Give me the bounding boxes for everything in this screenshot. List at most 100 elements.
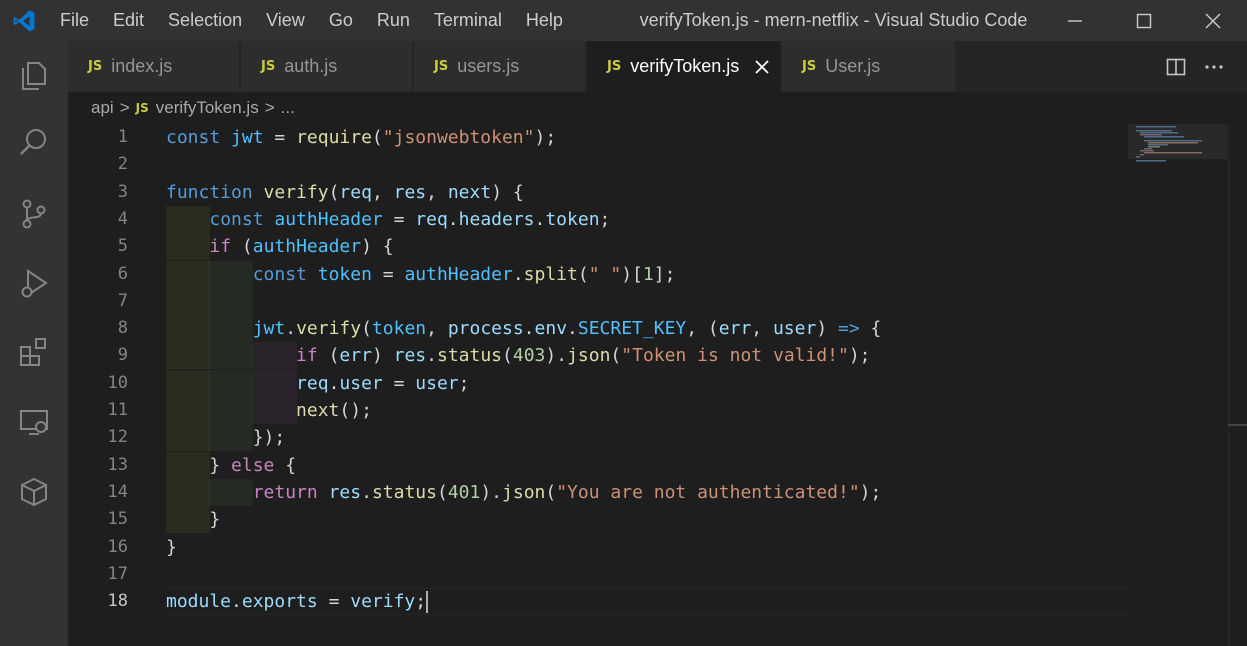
vertical-scrollbar[interactable] bbox=[1228, 124, 1247, 646]
code-token: 401 bbox=[447, 481, 481, 503]
code-token: SECRET_KEY bbox=[577, 318, 687, 340]
code-line[interactable]: function verify(req, res, next) { bbox=[166, 179, 524, 206]
menu-run[interactable]: Run bbox=[365, 0, 422, 41]
code-token: ). bbox=[480, 481, 503, 503]
tab-users-js[interactable]: JS users.js bbox=[414, 41, 586, 92]
code-line[interactable]: const authHeader = req.headers.token; bbox=[166, 206, 610, 233]
code-token: exports bbox=[241, 591, 318, 613]
code-token: ( bbox=[545, 481, 557, 503]
scrollbar-cursor-marker bbox=[1228, 424, 1247, 426]
code-token: req bbox=[339, 181, 372, 203]
breadcrumb-file[interactable]: verifyToken.js bbox=[156, 98, 259, 118]
code-token: "jsonwebtoken" bbox=[382, 127, 535, 148]
js-file-icon: JS bbox=[607, 59, 622, 74]
minimize-icon bbox=[1067, 19, 1082, 22]
code-line[interactable]: if (err) res.status(403).json("Token is … bbox=[166, 342, 870, 369]
split-editor-icon bbox=[1166, 58, 1186, 75]
menu-bar: File Edit Selection View Go Run Terminal… bbox=[48, 0, 575, 41]
code-line[interactable]: return res.status(401).json("You are not… bbox=[166, 479, 882, 506]
code-line[interactable]: next(); bbox=[166, 397, 372, 424]
menu-edit[interactable]: Edit bbox=[101, 0, 156, 41]
line-number: 13 bbox=[107, 454, 128, 475]
code-token: ( bbox=[577, 263, 589, 285]
menu-help[interactable]: Help bbox=[514, 0, 575, 41]
tab-index-js[interactable]: JS index.js bbox=[68, 41, 240, 92]
code-token: } bbox=[166, 454, 232, 476]
code-token: = bbox=[371, 263, 405, 285]
close-window-button[interactable] bbox=[1178, 0, 1247, 41]
tab-close-button[interactable] bbox=[753, 58, 771, 76]
menu-selection[interactable]: Selection bbox=[156, 0, 254, 41]
more-icon bbox=[1205, 64, 1223, 69]
code-token: if bbox=[209, 236, 232, 258]
code-token: ( bbox=[317, 345, 340, 367]
minimap[interactable] bbox=[1128, 124, 1228, 646]
code-token: token bbox=[545, 208, 600, 230]
line-number: 9 bbox=[117, 345, 128, 366]
menu-file[interactable]: File bbox=[48, 0, 101, 41]
editor-tab-bar: JS index.js JS auth.js JS users.js JS ve… bbox=[68, 41, 1247, 92]
breadcrumb-folder[interactable]: api bbox=[91, 98, 114, 118]
code-line[interactable]: const jwt = require("jsonwebtoken"); bbox=[166, 124, 556, 151]
explorer-icon[interactable] bbox=[0, 47, 68, 105]
code-token: 1 bbox=[642, 263, 654, 285]
source-control-icon[interactable] bbox=[0, 185, 68, 243]
tab-label: User.js bbox=[825, 56, 881, 76]
code-token: authHeader bbox=[404, 263, 513, 285]
docker-icon[interactable] bbox=[0, 463, 68, 521]
code-area[interactable]: const jwt = require("jsonwebtoken"); func… bbox=[166, 124, 1228, 646]
remote-explorer-icon[interactable] bbox=[0, 393, 68, 451]
js-file-icon: JS bbox=[261, 59, 276, 74]
tab-verifytoken-js[interactable]: JS verifyToken.js bbox=[587, 41, 781, 92]
code-token: , ( bbox=[686, 318, 719, 340]
tab-auth-js[interactable]: JS auth.js bbox=[241, 41, 413, 92]
title-bar: File Edit Selection View Go Run Terminal… bbox=[0, 0, 1247, 41]
code-line[interactable]: } bbox=[166, 534, 177, 561]
line-number: 4 bbox=[117, 208, 128, 229]
menu-view[interactable]: View bbox=[254, 0, 317, 41]
code-line[interactable]: }); bbox=[166, 424, 286, 451]
search-icon[interactable] bbox=[0, 113, 68, 171]
indent-guide bbox=[209, 287, 254, 315]
code-line[interactable]: } else { bbox=[166, 452, 296, 479]
code-token: (); bbox=[339, 400, 372, 421]
code-token: ; bbox=[458, 372, 470, 394]
js-file-icon: JS bbox=[434, 59, 449, 74]
vscode-logo-icon[interactable] bbox=[0, 0, 48, 41]
code-token: " " bbox=[588, 263, 622, 285]
code-token: = bbox=[382, 208, 416, 230]
code-token: verify bbox=[263, 181, 329, 203]
tab-user-js[interactable]: JS User.js bbox=[782, 41, 956, 92]
minimap-slider[interactable] bbox=[1128, 124, 1227, 159]
menu-go[interactable]: Go bbox=[317, 0, 365, 41]
menu-terminal[interactable]: Terminal bbox=[422, 0, 514, 41]
code-editor[interactable]: 1 2 3 4 5 6 7 8 9 10 11 12 13 14 15 16 17 18 const jwt = … bbox=[68, 124, 1228, 646]
code-line[interactable]: req.user = user; bbox=[166, 370, 469, 397]
code-token: verify bbox=[296, 318, 362, 340]
code-token: require bbox=[296, 127, 372, 148]
breadcrumb-separator: > bbox=[264, 98, 275, 117]
run-debug-icon[interactable] bbox=[0, 255, 68, 313]
code-token: err bbox=[718, 318, 752, 340]
code-token: const bbox=[166, 127, 221, 148]
minimize-button[interactable] bbox=[1040, 0, 1109, 41]
code-line[interactable]: module.exports = verify; bbox=[166, 588, 429, 615]
code-token: ); bbox=[534, 127, 557, 148]
line-number: 16 bbox=[107, 536, 128, 557]
extensions-icon[interactable] bbox=[0, 323, 68, 381]
code-token: ) bbox=[371, 345, 394, 367]
split-editor-button[interactable] bbox=[1157, 47, 1195, 87]
code-line[interactable]: } bbox=[166, 506, 220, 533]
code-line[interactable]: const token = authHeader.split(" ")[1]; bbox=[166, 261, 676, 288]
more-actions-button[interactable] bbox=[1195, 47, 1233, 87]
line-number: 14 bbox=[107, 481, 128, 502]
line-number-gutter: 1 2 3 4 5 6 7 8 9 10 11 12 13 14 15 16 17 18 bbox=[68, 124, 166, 646]
breadcrumb-symbol[interactable]: ... bbox=[281, 98, 295, 118]
code-line[interactable]: if (authHeader) { bbox=[166, 233, 393, 260]
code-line[interactable]: jwt.verify(token, process.env.SECRET_KEY… bbox=[166, 315, 882, 342]
maximize-button[interactable] bbox=[1109, 0, 1178, 41]
code-token: . bbox=[447, 208, 459, 230]
